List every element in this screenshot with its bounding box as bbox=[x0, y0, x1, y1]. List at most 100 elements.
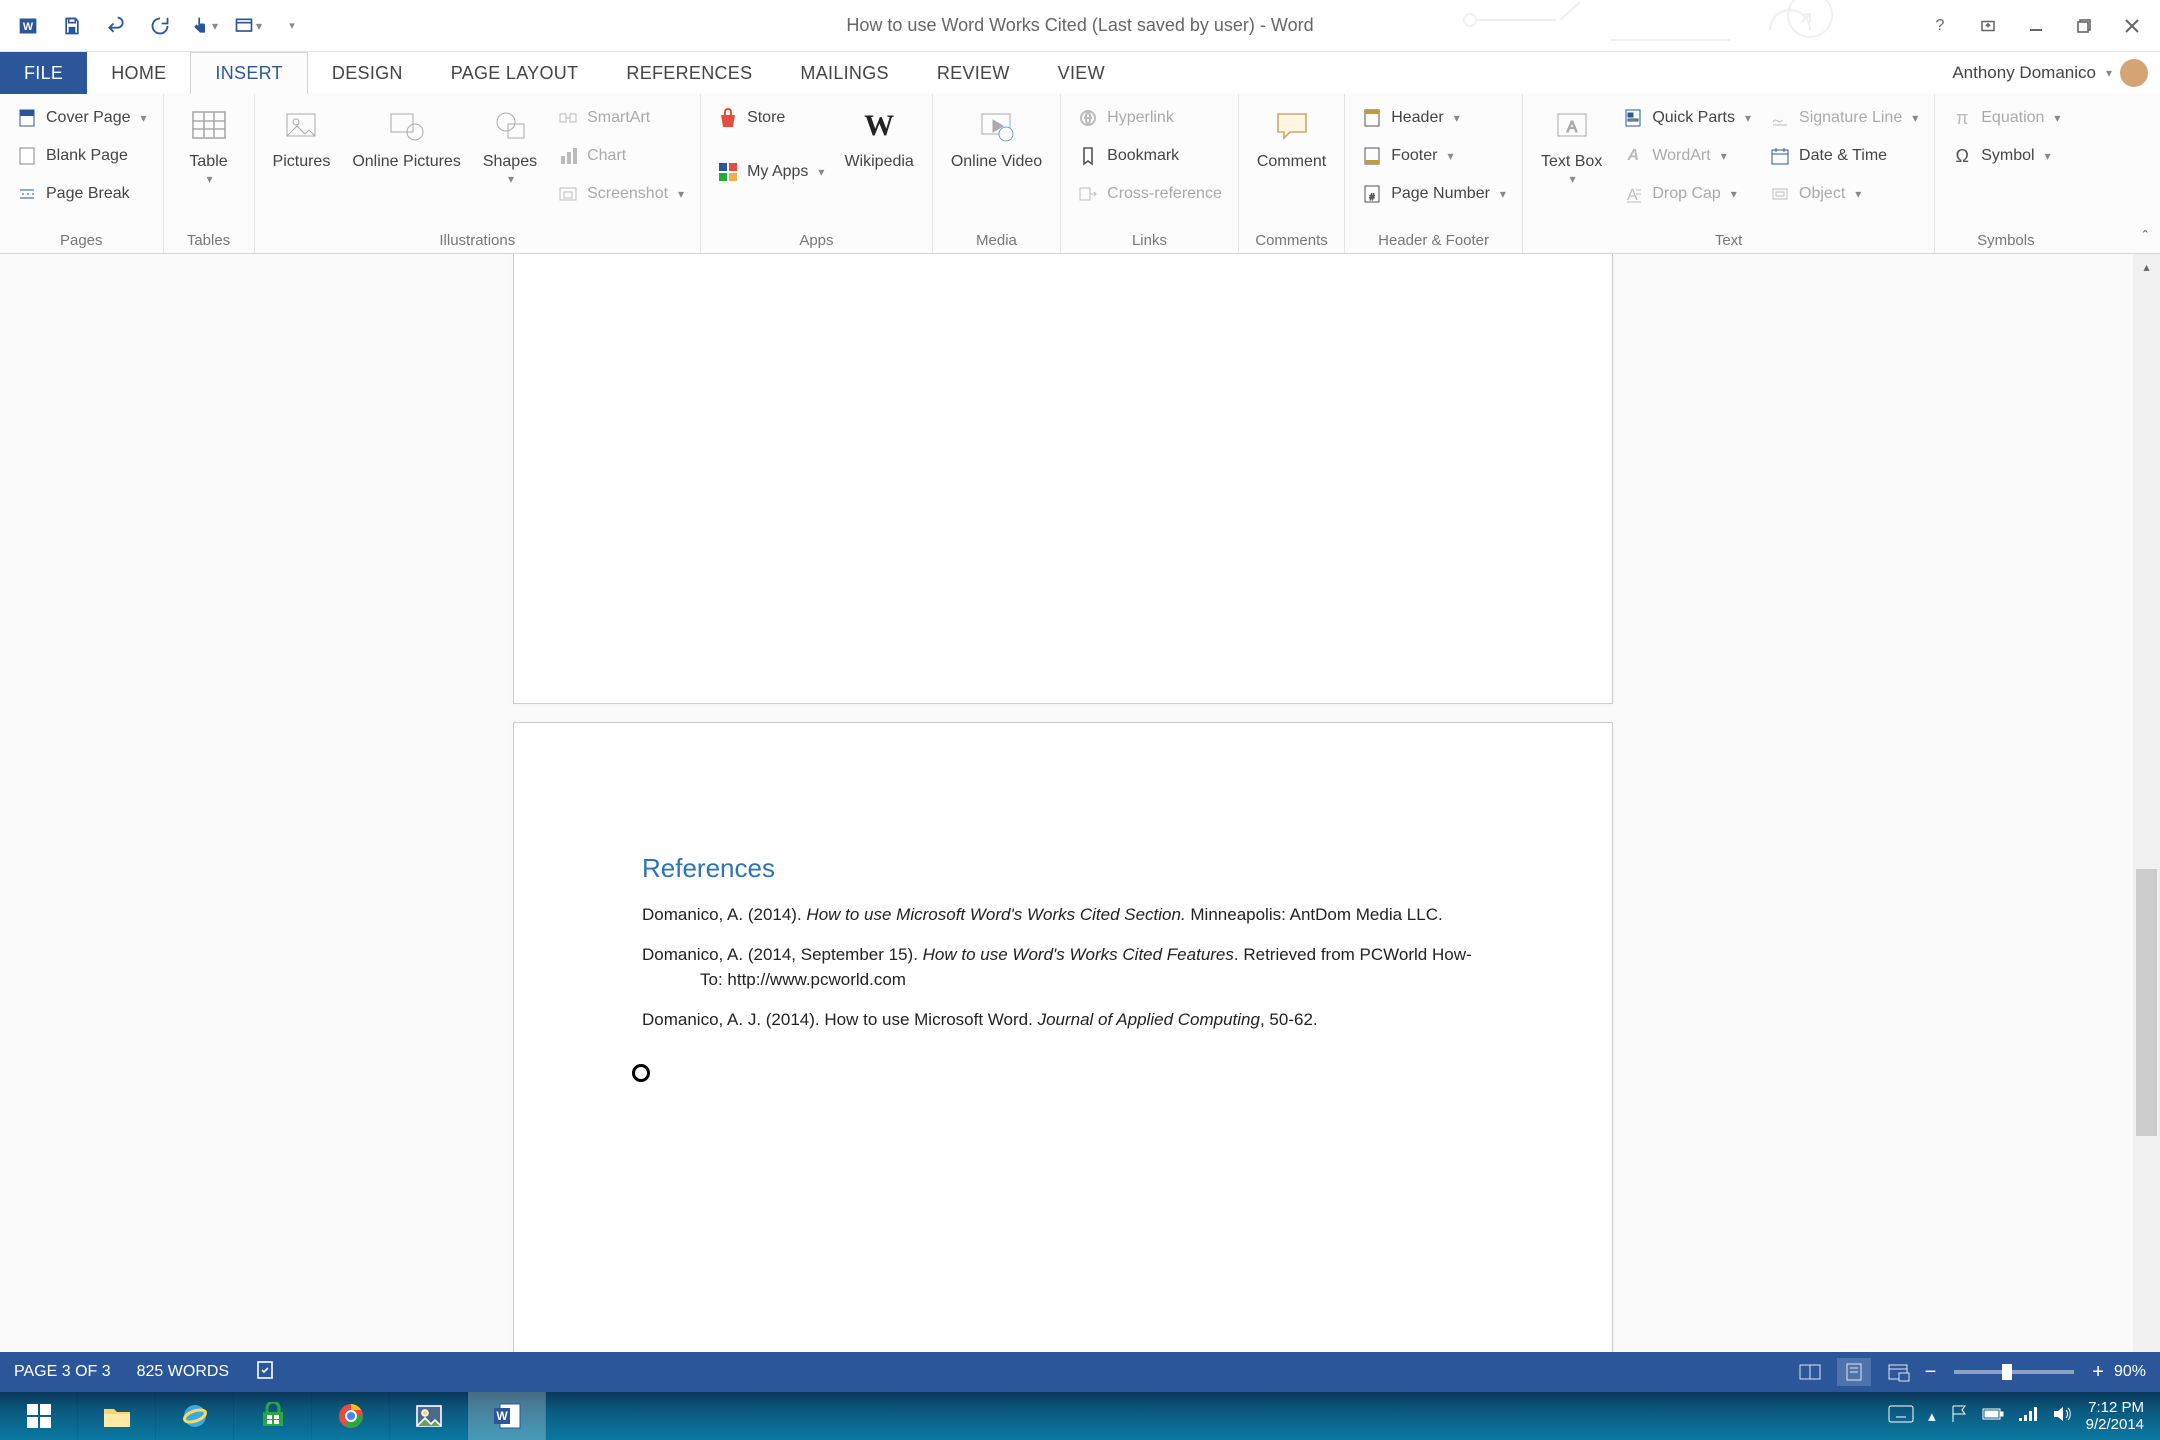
footer-button[interactable]: Footer▾ bbox=[1355, 138, 1512, 174]
text-box-icon: A bbox=[1550, 104, 1594, 148]
help-icon[interactable]: ? bbox=[1920, 10, 1960, 42]
touch-mode-icon[interactable]: ▾ bbox=[188, 10, 220, 42]
close-icon[interactable] bbox=[2112, 10, 2152, 42]
tab-file[interactable]: FILE bbox=[0, 52, 87, 94]
restore-icon[interactable] bbox=[2064, 10, 2104, 42]
tray-up-icon[interactable]: ▴ bbox=[1928, 1407, 1936, 1425]
title-bar: W ▾ ▾ ▾ How to use Word Works Cited (Las… bbox=[0, 0, 2160, 52]
quick-access-toolbar: W ▾ ▾ ▾ bbox=[0, 10, 308, 42]
vertical-scrollbar[interactable]: ▴ ▾ bbox=[2133, 254, 2160, 1376]
comment-button[interactable]: Comment bbox=[1249, 100, 1334, 176]
zoom-slider-thumb[interactable] bbox=[2002, 1364, 2012, 1380]
bookmark-icon bbox=[1077, 145, 1099, 167]
tab-design[interactable]: DESIGN bbox=[308, 52, 427, 94]
my-apps-button[interactable]: My Apps▾ bbox=[711, 154, 830, 190]
tab-home[interactable]: HOME bbox=[87, 52, 190, 94]
word-count[interactable]: 825 WORDS bbox=[137, 1363, 229, 1381]
undo-icon[interactable] bbox=[100, 10, 132, 42]
window-layout-icon[interactable]: ▾ bbox=[232, 10, 264, 42]
flag-icon[interactable] bbox=[1950, 1404, 1968, 1428]
smartart-button[interactable]: SmartArt bbox=[551, 100, 690, 136]
customize-qat-icon[interactable]: ▾ bbox=[276, 10, 308, 42]
hyperlink-button[interactable]: Hyperlink bbox=[1071, 100, 1228, 136]
redo-icon[interactable] bbox=[144, 10, 176, 42]
group-illustrations: Pictures Online Pictures Shapes▾ SmartAr… bbox=[255, 94, 702, 253]
page-indicator[interactable]: PAGE 3 OF 3 bbox=[14, 1363, 111, 1381]
file-explorer-icon[interactable] bbox=[78, 1392, 156, 1440]
read-mode-icon[interactable] bbox=[1793, 1358, 1827, 1386]
page-break-button[interactable]: Page Break bbox=[10, 176, 153, 212]
tab-review[interactable]: REVIEW bbox=[913, 52, 1034, 94]
equation-button[interactable]: πEquation▾ bbox=[1945, 100, 2066, 136]
blank-page-button[interactable]: Blank Page bbox=[10, 138, 153, 174]
chart-button[interactable]: Chart bbox=[551, 138, 690, 174]
start-button[interactable] bbox=[0, 1392, 78, 1440]
scroll-track[interactable] bbox=[2133, 280, 2160, 1350]
online-pictures-button[interactable]: Online Pictures bbox=[344, 100, 469, 176]
scroll-up-icon[interactable]: ▴ bbox=[2133, 254, 2160, 280]
date-time-icon bbox=[1769, 145, 1791, 167]
cross-reference-button[interactable]: Cross-reference bbox=[1071, 176, 1228, 212]
spell-check-icon[interactable] bbox=[255, 1359, 277, 1386]
signature-line-button[interactable]: Signature Line▾ bbox=[1763, 100, 1924, 136]
web-layout-icon[interactable] bbox=[1881, 1358, 1915, 1386]
ribbon-display-icon[interactable] bbox=[1968, 10, 2008, 42]
zoom-level[interactable]: 90% bbox=[2114, 1363, 2146, 1381]
cover-page-button[interactable]: Cover Page▾ bbox=[10, 100, 153, 136]
table-button[interactable]: Table▾ bbox=[174, 100, 244, 190]
tab-insert[interactable]: INSERT bbox=[190, 52, 307, 94]
ref-rest: Minneapolis: AntDom Media LLC. bbox=[1186, 905, 1443, 924]
screenshot-icon bbox=[557, 183, 579, 205]
header-icon bbox=[1361, 107, 1383, 129]
ref-rest: , 50-62. bbox=[1260, 1010, 1318, 1029]
header-button[interactable]: Header▾ bbox=[1355, 100, 1512, 136]
store-button[interactable]: Store bbox=[711, 100, 830, 136]
collapse-ribbon-icon[interactable]: ˆ bbox=[2143, 229, 2148, 247]
word-icon[interactable]: W bbox=[12, 10, 44, 42]
chart-label: Chart bbox=[587, 147, 626, 165]
photos-icon[interactable] bbox=[390, 1392, 468, 1440]
network-icon[interactable] bbox=[2018, 1406, 2038, 1426]
wordart-button[interactable]: AWordArt▾ bbox=[1616, 138, 1757, 174]
quick-parts-button[interactable]: Quick Parts▾ bbox=[1616, 100, 1757, 136]
internet-explorer-icon[interactable] bbox=[156, 1392, 234, 1440]
reference-entry: Domanico, A. (2014, September 15). How t… bbox=[642, 942, 1484, 993]
scroll-thumb[interactable] bbox=[2136, 869, 2157, 1137]
zoom-in-icon[interactable]: + bbox=[2092, 1361, 2104, 1384]
shapes-button[interactable]: Shapes▾ bbox=[475, 100, 545, 190]
page-number-button[interactable]: #Page Number▾ bbox=[1355, 176, 1512, 212]
chrome-icon[interactable] bbox=[312, 1392, 390, 1440]
object-button[interactable]: Object▾ bbox=[1763, 176, 1924, 212]
date-time-button[interactable]: Date & Time bbox=[1763, 138, 1924, 174]
battery-icon[interactable] bbox=[1982, 1407, 2004, 1425]
tab-page-layout[interactable]: PAGE LAYOUT bbox=[427, 52, 603, 94]
group-header-footer: Header▾ Footer▾ #Page Number▾ Header & F… bbox=[1345, 94, 1523, 253]
document-canvas[interactable]: References Domanico, A. (2014). How to u… bbox=[0, 254, 2133, 1376]
drop-cap-button[interactable]: ADrop Cap▾ bbox=[1616, 176, 1757, 212]
symbol-button[interactable]: ΩSymbol▾ bbox=[1945, 138, 2066, 174]
windows-store-icon[interactable] bbox=[234, 1392, 312, 1440]
bookmark-button[interactable]: Bookmark bbox=[1071, 138, 1228, 174]
text-box-button[interactable]: AText Box▾ bbox=[1533, 100, 1610, 190]
tab-references[interactable]: REFERENCES bbox=[602, 52, 776, 94]
minimize-icon[interactable] bbox=[2016, 10, 2056, 42]
wikipedia-button[interactable]: WWikipedia bbox=[836, 100, 921, 176]
print-layout-icon[interactable] bbox=[1837, 1358, 1871, 1386]
word-taskbar-icon[interactable]: W bbox=[468, 1392, 546, 1440]
clock[interactable]: 7:12 PM 9/2/2014 bbox=[2086, 1399, 2144, 1434]
smartart-label: SmartArt bbox=[587, 109, 650, 127]
quick-parts-label: Quick Parts bbox=[1652, 109, 1735, 127]
online-video-button[interactable]: Online Video bbox=[943, 100, 1050, 176]
user-account[interactable]: Anthony Domanico▾ bbox=[1952, 52, 2148, 94]
zoom-out-icon[interactable]: − bbox=[1925, 1361, 1937, 1384]
screenshot-button[interactable]: Screenshot▾ bbox=[551, 176, 690, 212]
group-apps: Store My Apps▾ WWikipedia Apps bbox=[701, 94, 933, 253]
zoom-slider[interactable] bbox=[1954, 1370, 2074, 1374]
signature-line-label: Signature Line bbox=[1799, 109, 1902, 127]
save-icon[interactable] bbox=[56, 10, 88, 42]
volume-icon[interactable] bbox=[2052, 1405, 2072, 1427]
pictures-button[interactable]: Pictures bbox=[265, 100, 339, 176]
keyboard-icon[interactable] bbox=[1888, 1405, 1914, 1427]
tab-view[interactable]: VIEW bbox=[1034, 52, 1129, 94]
tab-mailings[interactable]: MAILINGS bbox=[776, 52, 912, 94]
